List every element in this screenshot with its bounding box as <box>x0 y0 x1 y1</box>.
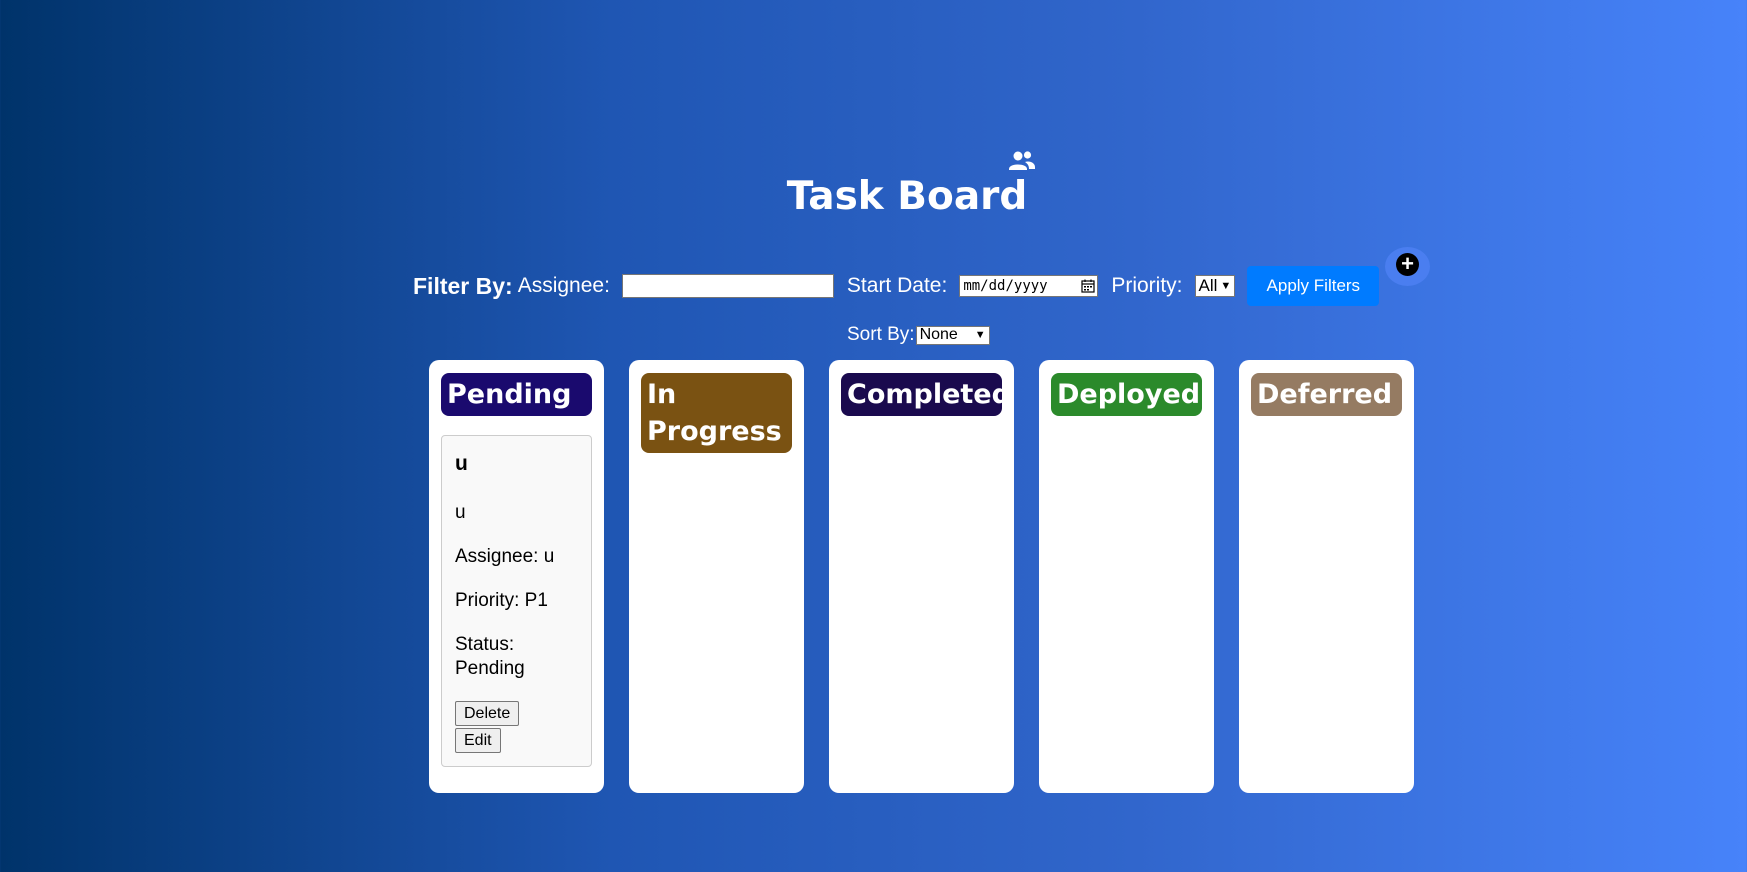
column-header-completed: Completed <box>841 373 1011 416</box>
sort-bar: Sort By: None ▼ <box>847 324 990 346</box>
column-deferred: Deferred <box>1239 360 1414 793</box>
chevron-down-icon: ▼ <box>1220 280 1232 292</box>
column-header-deferred: Deferred <box>1251 373 1402 416</box>
task-priority: Priority: P1 <box>455 590 548 611</box>
page-title: Task Board <box>786 174 1028 219</box>
priority-label: Priority: <box>1111 274 1183 297</box>
plus-icon: + <box>1396 253 1419 276</box>
filter-bar: Filter By: Assignee: Start Date: mm/dd/y… <box>413 266 1380 306</box>
sort-select-value: None <box>919 326 958 343</box>
filter-by-label: Filter By: <box>413 272 513 299</box>
column-in-progress: In Progress <box>629 360 804 793</box>
column-header-pending: Pending <box>441 373 592 416</box>
column-pending: Pending u u Assignee: u Priority: P1 Sta… <box>429 360 604 793</box>
sort-by-label: Sort By: <box>847 324 915 345</box>
task-assignee: Assignee: u <box>455 546 555 567</box>
column-header-deployed: Deployed <box>1051 373 1202 416</box>
task-status: Status: Pending <box>455 634 525 679</box>
assignee-label: Assignee: <box>517 274 610 297</box>
task-card: u u Assignee: u Priority: P1 Status: Pen… <box>441 435 592 767</box>
start-date-label: Start Date: <box>846 274 948 297</box>
apply-filters-button[interactable]: Apply Filters <box>1247 266 1380 306</box>
delete-button[interactable]: Delete <box>455 701 520 726</box>
calendar-icon[interactable] <box>1081 279 1095 293</box>
sort-select[interactable]: None ▼ <box>915 325 990 345</box>
task-description: u <box>455 502 466 523</box>
column-deployed: Deployed <box>1039 360 1214 793</box>
users-icon[interactable] <box>1008 150 1036 172</box>
column-header-in-progress: In Progress <box>641 373 792 453</box>
assignee-input[interactable] <box>621 274 834 298</box>
start-date-placeholder: mm/dd/yyyy <box>963 278 1048 294</box>
task-title: u <box>455 452 468 475</box>
edit-button[interactable]: Edit <box>455 728 501 753</box>
column-completed: Completed <box>829 360 1014 793</box>
add-task-button[interactable]: + <box>1385 247 1430 286</box>
start-date-input[interactable]: mm/dd/yyyy <box>959 275 1099 297</box>
priority-select-value: All <box>1198 276 1218 295</box>
chevron-down-icon: ▼ <box>974 329 986 341</box>
priority-select[interactable]: All ▼ <box>1194 275 1236 297</box>
